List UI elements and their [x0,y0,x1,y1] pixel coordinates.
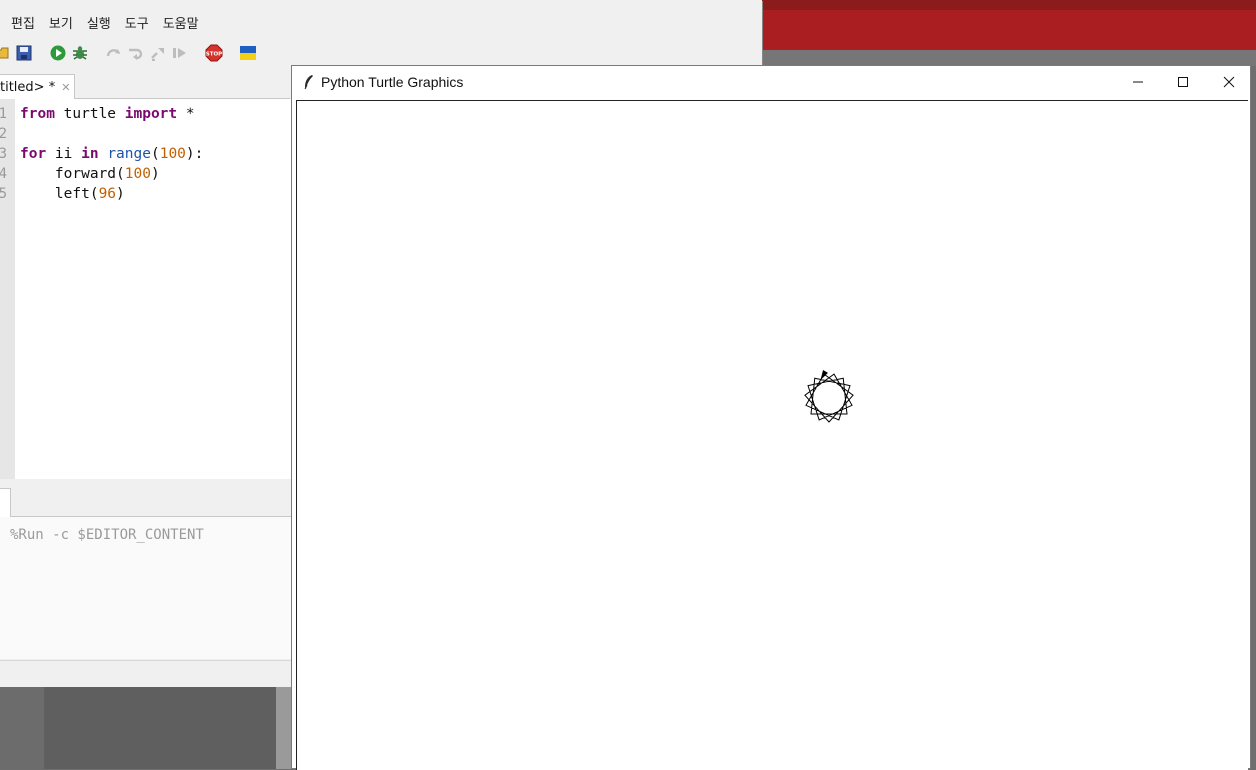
code-token: ) [116,186,125,202]
code-token: ): [185,146,204,162]
editor-tabs: titled> * ✕ [0,72,290,99]
step-out-icon [151,48,164,61]
close-icon [1223,76,1235,88]
line-number: 3 [0,146,7,162]
open-folder-icon[interactable] [0,44,12,62]
number: 100 [124,166,151,182]
menu-view[interactable]: 보기 [42,13,80,32]
tab-shell[interactable] [0,488,11,518]
code-editor[interactable]: 1 2 3 4 5 from turtle import * for ii in… [0,99,292,479]
close-button[interactable] [1209,70,1249,94]
line-numbers: 1 2 3 4 5 [0,99,15,479]
keyword: for [20,146,47,162]
shell-tabs [0,480,292,518]
save-icon[interactable] [15,44,33,62]
step-over-icon [106,49,121,57]
turtle-titlebar[interactable]: Python Turtle Graphics [292,66,1250,98]
keyword: from [20,106,55,122]
close-icon[interactable]: ✕ [61,81,70,94]
svg-text:STOP: STOP [206,52,222,58]
number: 96 [98,186,117,202]
desktop-background-bottom-mid [44,686,276,769]
builtin: range [107,146,151,162]
code-token: turtle [54,106,125,122]
code-token: ii [46,146,82,162]
minimize-icon [1133,81,1143,83]
turtle-window: Python Turtle Graphics [291,65,1251,770]
code-line-1: from turtle import * [20,104,203,124]
menu-run[interactable]: 실행 [80,13,118,32]
debug-icon[interactable] [71,44,89,62]
menu-tools[interactable]: 도구 [118,13,156,32]
turtle-canvas[interactable] [296,100,1248,770]
desktop-background-bottom-left [0,686,44,769]
keyword: in [81,146,99,162]
menu-help[interactable]: 도움말 [156,13,206,32]
menu-edit[interactable]: 편집 [0,13,42,32]
desktop-background-top [762,0,1256,10]
run-icon[interactable] [49,44,67,62]
code-token: ) [150,166,160,182]
number: 100 [159,146,186,162]
code-text[interactable]: from turtle import * for ii in range(100… [20,104,203,204]
line-number: 5 [0,186,7,202]
stop-icon[interactable]: STOP [205,44,223,62]
desktop-background-gray [762,50,1256,66]
turtle-arrow-icon [820,370,828,381]
code-line-3: for ii in range(100): [20,144,203,164]
maximize-icon [1178,77,1188,87]
code-line-4: forward(100) [20,164,203,184]
code-token: forward( [20,166,125,182]
menu-bar: 편집 보기 실행 도구 도움말 [0,10,762,34]
code-token: left( [20,186,99,202]
minimize-button[interactable] [1118,70,1158,94]
ukraine-flag-icon[interactable] [239,44,257,62]
line-number: 4 [0,166,7,182]
tab-label: titled> * [0,79,56,95]
turtle-window-title: Python Turtle Graphics [321,74,464,90]
code-token: * [177,106,195,122]
resume-icon [173,48,186,58]
turtle-star-path [804,373,854,423]
step-into-icon [129,48,143,60]
shell-command: %Run -c $EDITOR_CONTENT [10,527,204,543]
shell-panel[interactable]: %Run -c $EDITOR_CONTENT [0,517,292,659]
maximize-button[interactable] [1163,70,1203,94]
line-number: 2 [0,126,7,142]
tab-untitled[interactable]: titled> * ✕ [0,74,75,99]
code-token: ( [150,146,160,162]
code-line-5: left(96) [20,184,203,204]
status-bar [0,660,292,687]
feather-icon [304,75,313,90]
keyword: import [124,106,178,122]
turtle-drawing [804,370,854,423]
desktop-background-bottom-right [276,686,292,769]
line-number: 1 [0,106,7,122]
desktop-background-red [762,10,1256,50]
